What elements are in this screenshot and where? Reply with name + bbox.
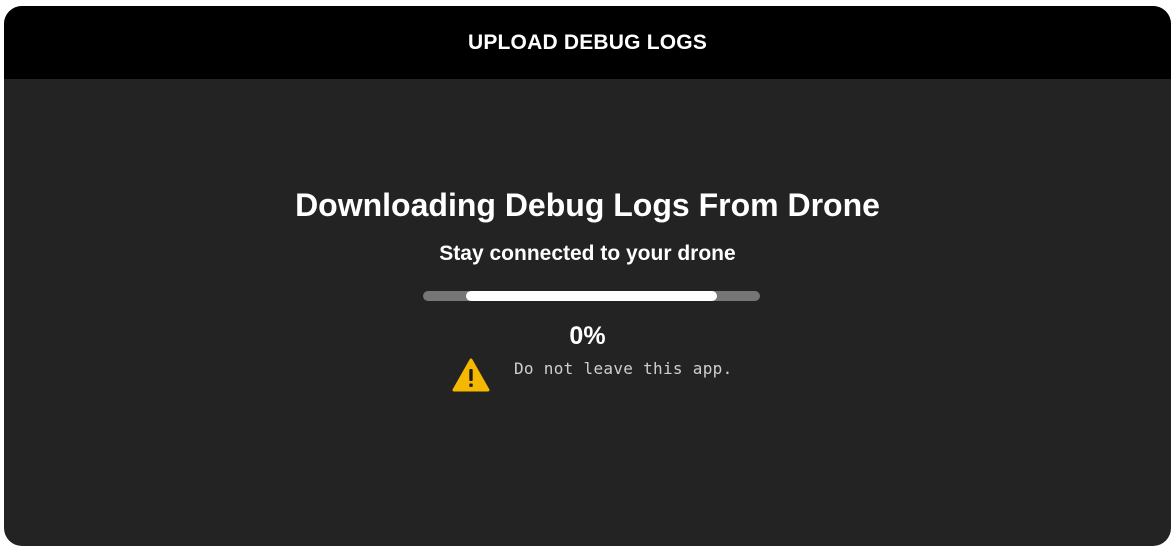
progress-bar: [423, 291, 760, 301]
status-subtitle: Stay connected to your drone: [439, 242, 736, 265]
warning-message: Do not leave this app.: [452, 358, 733, 392]
upload-debug-logs-dialog: UPLOAD DEBUG LOGS Downloading Debug Logs…: [4, 6, 1171, 546]
dialog-title: UPLOAD DEBUG LOGS: [467, 30, 708, 54]
status-title: Downloading Debug Logs From Drone: [295, 187, 880, 223]
progress-percent: 0%: [569, 322, 606, 350]
dialog-header: UPLOAD DEBUG LOGS: [4, 6, 1171, 79]
dialog-body: Downloading Debug Logs From Drone Stay c…: [4, 79, 1171, 546]
progress-bar-fill: [466, 291, 717, 301]
warning-text: Do not leave this app.: [514, 358, 733, 378]
warning-triangle-icon: [452, 358, 490, 392]
